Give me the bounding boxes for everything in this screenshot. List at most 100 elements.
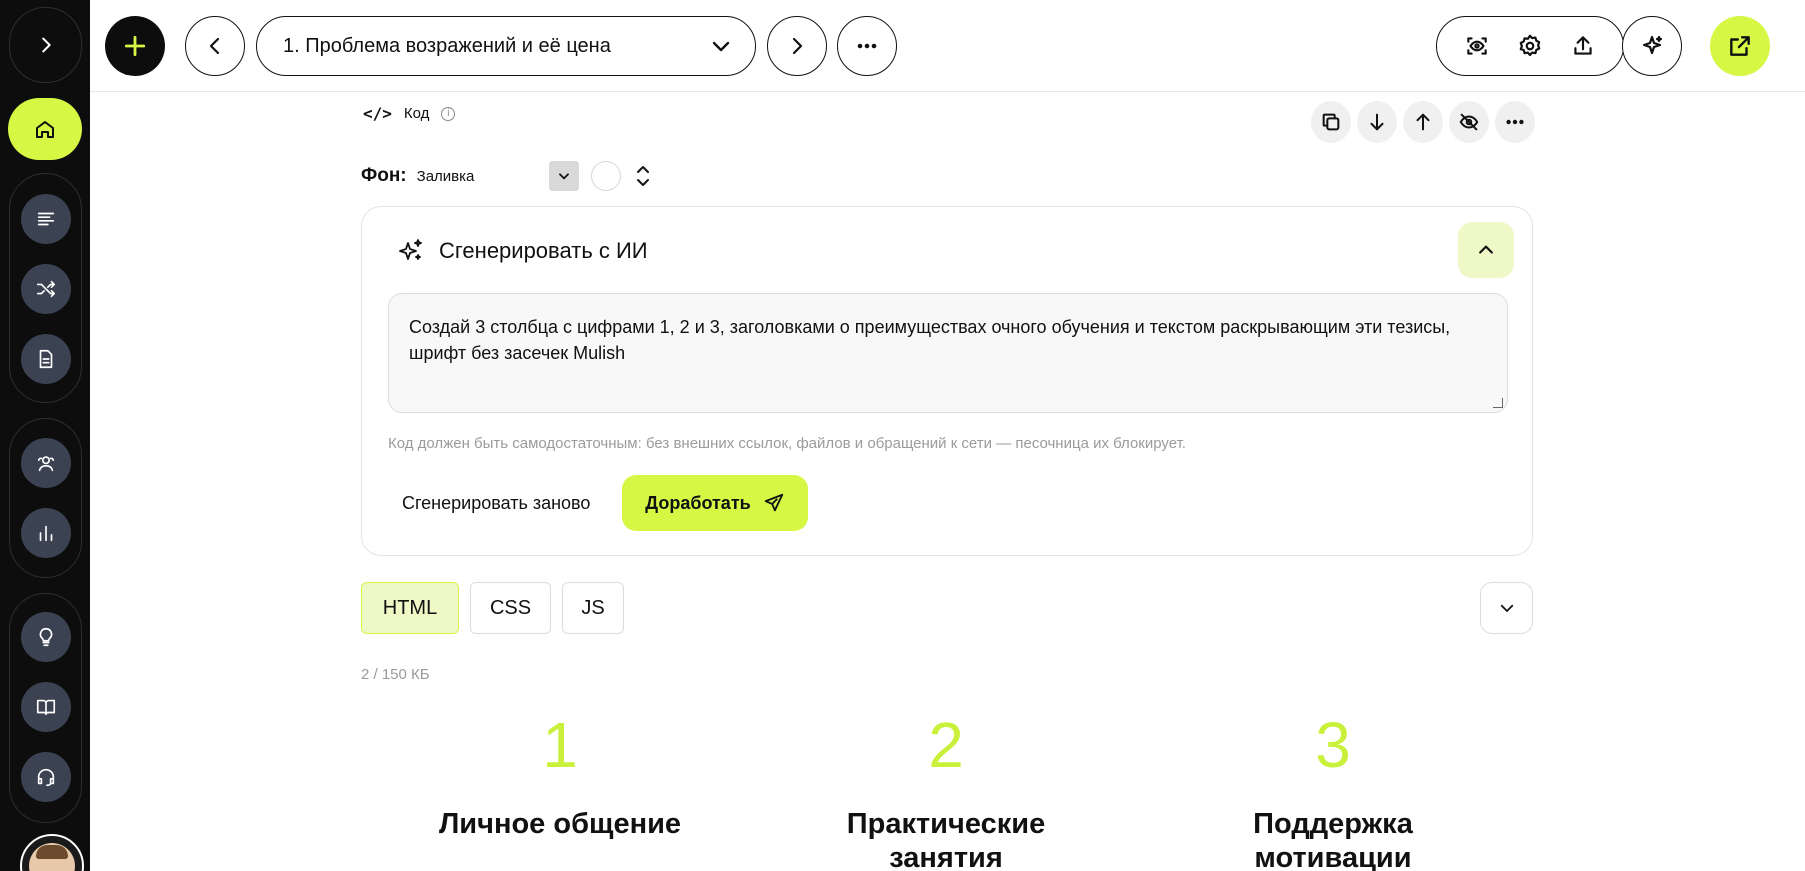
preview-column: 3 Поддержка мотивации bbox=[1183, 706, 1483, 871]
ai-prompt-text: Создай 3 столбца с цифрами 1, 2 и 3, заг… bbox=[409, 317, 1451, 363]
add-block-button[interactable] bbox=[105, 16, 165, 76]
plus-icon bbox=[124, 35, 146, 57]
info-icon[interactable]: i bbox=[441, 106, 456, 121]
tab-html[interactable]: HTML bbox=[361, 582, 459, 634]
resize-handle[interactable] bbox=[1493, 398, 1503, 408]
sidebar-item-support[interactable] bbox=[20, 752, 71, 802]
move-up-button[interactable] bbox=[1403, 101, 1443, 143]
sandbox-hint: Код должен быть самодостаточным: без вне… bbox=[388, 435, 1186, 452]
open-book-icon bbox=[36, 699, 55, 716]
ai-panel-title: Сгенерировать с ИИ bbox=[439, 238, 648, 263]
upload-icon bbox=[1573, 36, 1592, 55]
more-horizontal-icon bbox=[857, 43, 877, 49]
column-number: 2 bbox=[928, 709, 964, 781]
preview-column: 1 Личное общение bbox=[410, 706, 710, 841]
column-heading: Практические занятия bbox=[846, 808, 1046, 871]
collapse-ai-panel-button[interactable] bbox=[1458, 222, 1514, 278]
column-heading: Поддержка мотивации bbox=[1253, 808, 1413, 871]
lesson-select[interactable]: 1. Проблема возражений и её цена bbox=[256, 16, 756, 76]
sidebar-item-users[interactable] bbox=[20, 438, 71, 488]
sidebar-item-document[interactable] bbox=[20, 334, 71, 384]
eye-scan-icon bbox=[1467, 37, 1488, 55]
sidebar-item-analytics[interactable] bbox=[20, 508, 71, 558]
external-link-icon bbox=[1730, 36, 1750, 56]
sidebar-item-ideas[interactable] bbox=[20, 612, 71, 662]
chevron-up-icon bbox=[1479, 245, 1493, 254]
background-dropdown-button[interactable] bbox=[548, 161, 579, 191]
top-bar: 1. Проблема возражений и её цена bbox=[90, 0, 1805, 92]
more-horizontal-icon bbox=[1506, 119, 1524, 125]
chevron-up-down-icon bbox=[636, 166, 649, 186]
sidebar-expand-button[interactable] bbox=[9, 7, 82, 83]
send-icon bbox=[764, 493, 783, 512]
share-button[interactable] bbox=[1563, 26, 1603, 66]
background-setting: Фон: Заливка bbox=[361, 161, 651, 191]
background-label: Фон: bbox=[361, 165, 407, 186]
expand-editor-button[interactable] bbox=[1480, 582, 1533, 634]
code-block-title: Код bbox=[403, 105, 430, 122]
refine-button-label: Доработать bbox=[645, 492, 751, 513]
sparkle-icon bbox=[1642, 35, 1663, 55]
chevron-down-icon bbox=[558, 173, 569, 180]
user-avatar[interactable] bbox=[20, 834, 84, 871]
tab-css[interactable]: CSS bbox=[470, 582, 551, 634]
background-color-swatch[interactable] bbox=[590, 161, 621, 191]
background-stepper[interactable] bbox=[635, 163, 651, 189]
text-align-icon bbox=[37, 212, 54, 226]
lesson-select-value: 1. Проблема возражений и её цена bbox=[283, 34, 611, 57]
next-lesson-button[interactable] bbox=[767, 16, 827, 76]
avatar-hair bbox=[36, 845, 68, 859]
code-block-label: </> Код i bbox=[363, 104, 456, 123]
document-icon bbox=[39, 349, 52, 369]
code-icon: </> bbox=[363, 104, 392, 123]
hide-block-button[interactable] bbox=[1449, 101, 1489, 143]
home-icon bbox=[36, 121, 54, 138]
duplicate-block-button[interactable] bbox=[1311, 101, 1351, 143]
column-heading: Личное общение bbox=[438, 808, 682, 840]
sidebar-group-content bbox=[9, 173, 82, 403]
headset-icon bbox=[37, 768, 54, 787]
ai-sparkle-button[interactable] bbox=[1622, 16, 1682, 76]
view-actions-group bbox=[1436, 16, 1624, 76]
code-size-counter: 2 / 150 КБ bbox=[361, 666, 430, 683]
arrow-up-icon bbox=[1416, 113, 1430, 131]
refine-button[interactable]: Доработать bbox=[622, 475, 808, 531]
sidebar-item-shuffle[interactable] bbox=[20, 264, 71, 314]
column-number: 3 bbox=[1315, 709, 1351, 781]
settings-button[interactable] bbox=[1510, 26, 1550, 66]
chevron-down-icon bbox=[1500, 604, 1513, 612]
arrow-down-icon bbox=[1370, 113, 1384, 131]
ai-generate-panel: Сгенерировать с ИИ Создай 3 столбца с ци… bbox=[361, 206, 1533, 556]
ai-panel-header: Сгенерировать с ИИ bbox=[397, 237, 648, 265]
lightbulb-icon bbox=[39, 627, 52, 647]
gear-icon bbox=[1519, 34, 1541, 57]
chevron-right-icon bbox=[792, 37, 803, 55]
ai-prompt-textarea[interactable]: Создай 3 столбца с цифрами 1, 2 и 3, заг… bbox=[388, 293, 1508, 413]
shuffle-icon bbox=[36, 280, 55, 298]
sidebar-group-help bbox=[9, 593, 82, 823]
previous-lesson-button[interactable] bbox=[185, 16, 245, 76]
sparkles-icon bbox=[399, 239, 422, 260]
tab-js[interactable]: JS bbox=[562, 582, 624, 634]
sidebar-item-knowledge[interactable] bbox=[20, 682, 71, 732]
sidebar-home-button[interactable] bbox=[8, 98, 82, 160]
eye-off-icon bbox=[1459, 113, 1479, 131]
chevron-left-icon bbox=[209, 37, 220, 55]
background-select-value[interactable]: Заливка bbox=[417, 168, 549, 185]
block-more-button[interactable] bbox=[1495, 101, 1535, 143]
preview-column: 2 Практические занятия bbox=[796, 706, 1096, 871]
regenerate-button[interactable]: Сгенерировать заново bbox=[402, 493, 590, 514]
move-down-button[interactable] bbox=[1357, 101, 1397, 143]
sidebar-item-text[interactable] bbox=[20, 194, 71, 244]
copy-icon bbox=[1322, 113, 1340, 131]
chevron-right-icon bbox=[41, 37, 51, 53]
bar-chart-icon bbox=[39, 525, 52, 542]
code-tabs: HTML CSS JS bbox=[361, 582, 624, 634]
sidebar bbox=[0, 0, 90, 871]
block-toolbar bbox=[1311, 101, 1535, 143]
open-external-button[interactable] bbox=[1710, 16, 1770, 76]
preview-button[interactable] bbox=[1457, 26, 1497, 66]
more-options-button[interactable] bbox=[837, 16, 897, 76]
column-number: 1 bbox=[542, 709, 578, 781]
chevron-down-icon bbox=[712, 41, 730, 52]
